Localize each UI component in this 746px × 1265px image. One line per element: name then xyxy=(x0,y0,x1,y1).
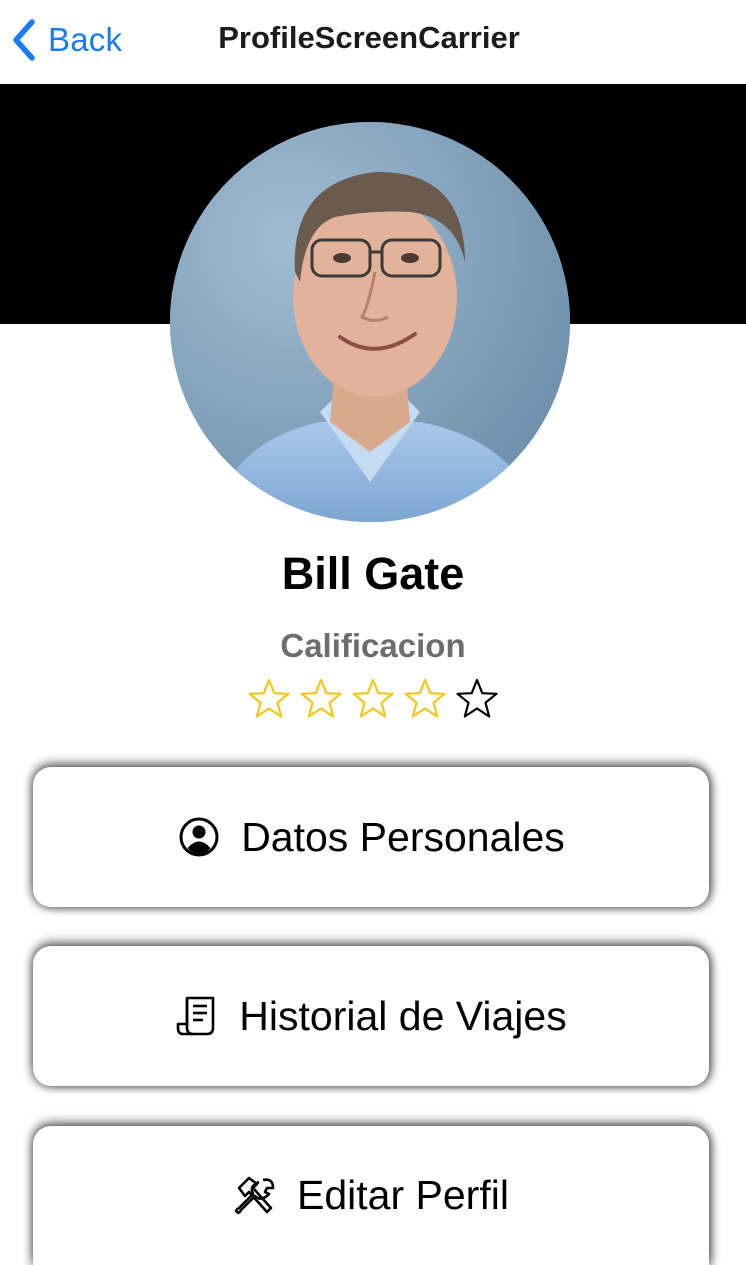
navigation-bar: Back ProfileScreenCarrier xyxy=(0,0,746,84)
star-filled-icon xyxy=(300,678,342,718)
trip-history-button[interactable]: Historial de Viajes xyxy=(33,946,709,1086)
user-circle-icon xyxy=(179,817,219,857)
profile-name: Bill Gate xyxy=(281,548,465,599)
star-filled-icon xyxy=(404,678,446,718)
star-rating xyxy=(0,676,746,722)
personal-data-label: Datos Personales xyxy=(241,813,565,860)
rating-label: Calificacion xyxy=(280,627,466,664)
trip-history-label: Historial de Viajes xyxy=(239,992,567,1039)
star-filled-icon xyxy=(248,678,290,718)
edit-profile-label: Editar Perfil xyxy=(297,1172,509,1218)
tools-icon xyxy=(235,1176,275,1214)
receipt-icon xyxy=(176,996,215,1036)
edit-profile-button[interactable]: Editar Perfil xyxy=(33,1126,709,1265)
page-title: ProfileScreenCarrier xyxy=(218,20,520,55)
star-empty-icon xyxy=(456,678,498,718)
star-filled-icon xyxy=(352,678,394,718)
avatar xyxy=(170,122,570,522)
personal-data-button[interactable]: Datos Personales xyxy=(33,767,709,907)
